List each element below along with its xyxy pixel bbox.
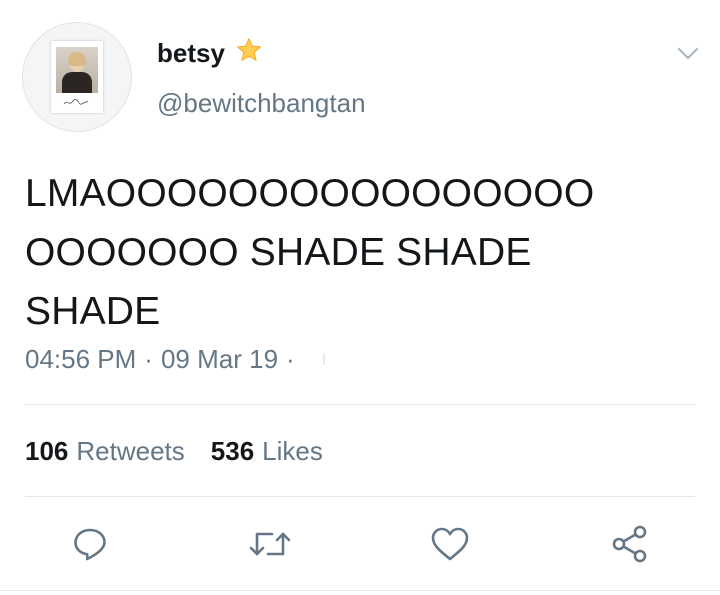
meta-separator: · xyxy=(144,344,153,374)
share-icon xyxy=(612,525,647,563)
user-handle[interactable]: @bewitchbangtan xyxy=(157,86,366,120)
retweets-label: Retweets xyxy=(76,436,185,466)
likes-stat[interactable]: 536 Likes xyxy=(211,434,323,468)
retweets-stat[interactable]: 106 Retweets xyxy=(25,434,185,468)
avatar-photo xyxy=(56,47,98,93)
divider xyxy=(25,496,695,497)
tweet-stats: 106 Retweets 536 Likes xyxy=(25,434,323,468)
share-button[interactable] xyxy=(606,520,654,568)
user-name-row: betsy xyxy=(157,36,263,69)
bottom-border xyxy=(0,590,720,591)
tweet-timestamp: 04:56 PM · 09 Mar 19 · xyxy=(25,342,325,376)
retweet-button[interactable] xyxy=(246,520,294,568)
display-name[interactable]: betsy xyxy=(157,37,225,69)
chevron-down-icon[interactable] xyxy=(674,40,702,68)
meta-truncation-mark xyxy=(322,353,325,365)
likes-label: Likes xyxy=(262,436,323,466)
likes-count: 536 xyxy=(210,436,255,466)
divider xyxy=(25,404,695,405)
tweet-time: 04:56 PM xyxy=(25,344,137,374)
polaroid-photo xyxy=(51,41,103,113)
meta-separator-trailing: · xyxy=(286,344,295,374)
tweet-date: 09 Mar 19 xyxy=(160,344,279,374)
like-button[interactable] xyxy=(426,520,474,568)
tweet-text-line: OOOOOOO SHADE SHADE xyxy=(25,231,532,274)
tweet-text: LMAOOOOOOOOOOOOOOOO OOOOOOO SHADE SHADE … xyxy=(25,164,665,341)
star-icon xyxy=(235,36,263,69)
tweet-text-line: LMAOOOOOOOOOOOOOOOO xyxy=(25,172,595,215)
signature-mark xyxy=(63,99,89,105)
action-bar xyxy=(0,520,720,568)
retweets-count: 106 xyxy=(25,436,69,466)
reply-icon xyxy=(74,528,106,561)
tweet-text-line: SHADE xyxy=(25,290,161,333)
like-icon xyxy=(431,527,469,561)
reply-button[interactable] xyxy=(66,520,114,568)
avatar[interactable] xyxy=(22,22,132,132)
retweet-icon xyxy=(249,532,291,556)
